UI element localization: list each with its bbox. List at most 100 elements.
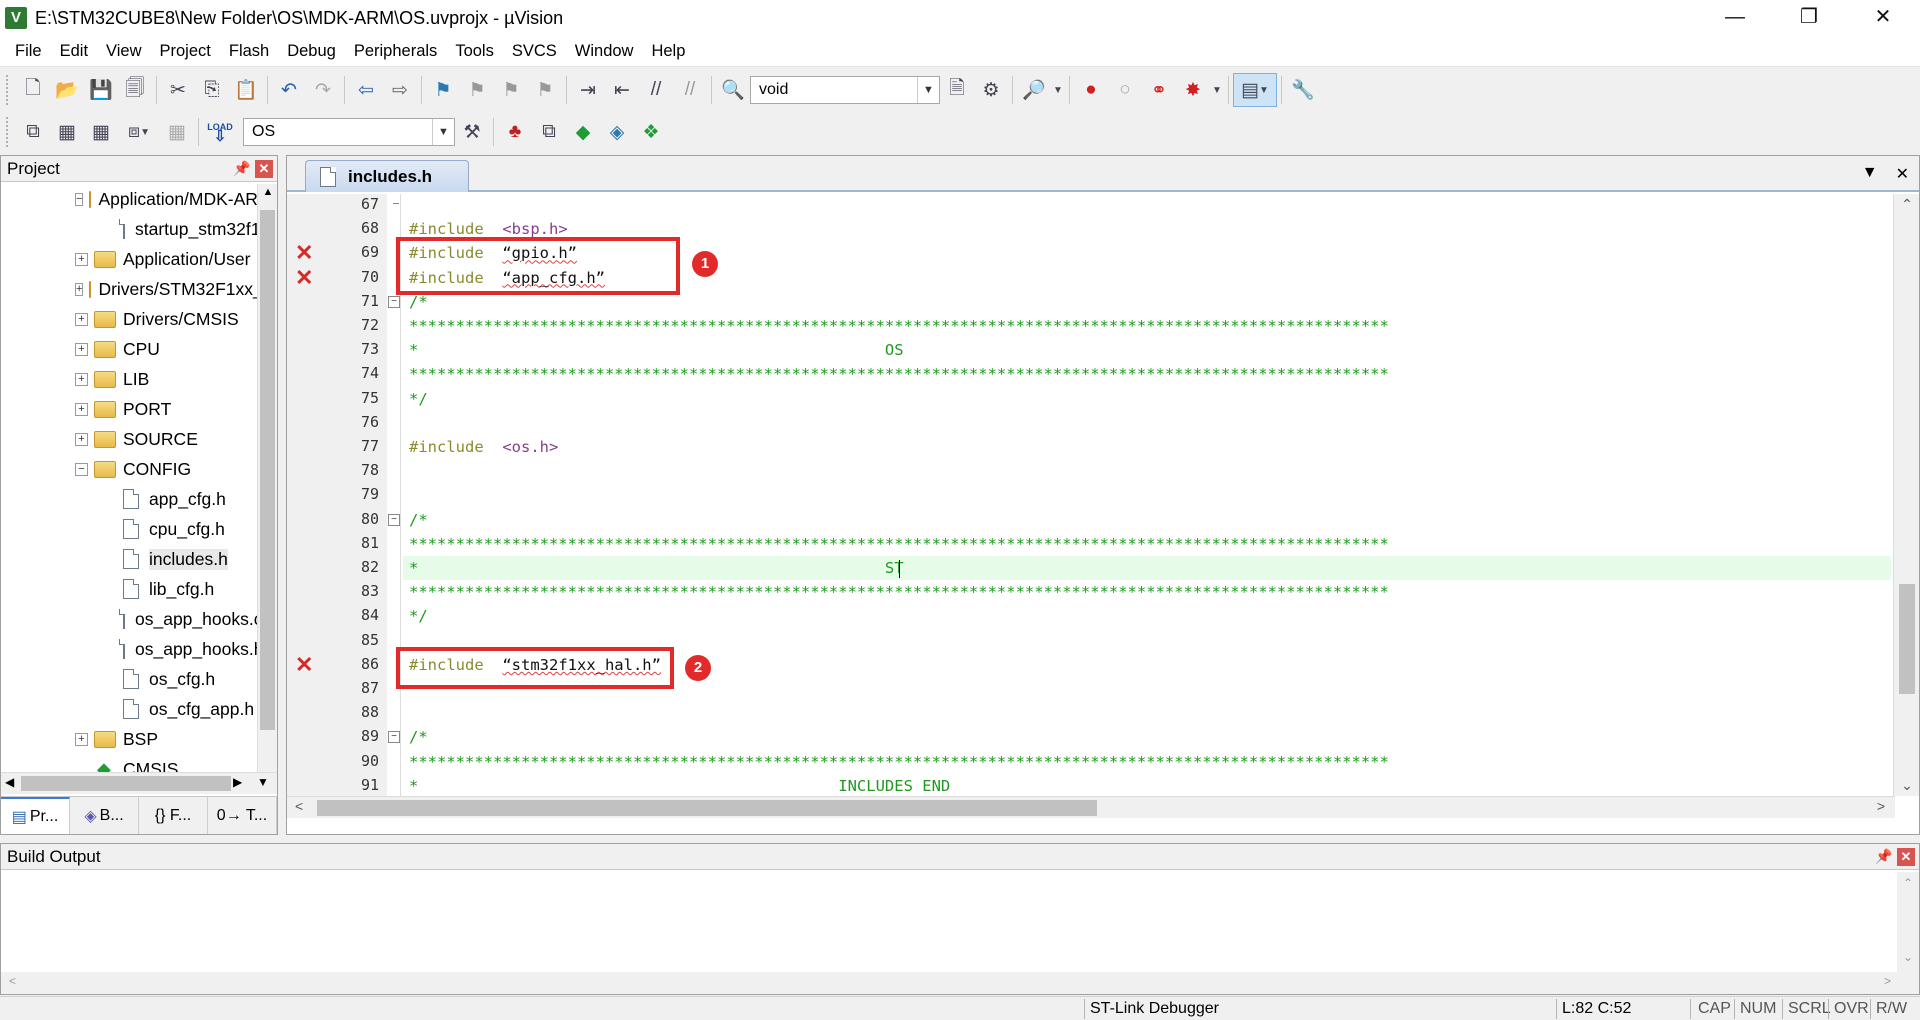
gutter-row[interactable]: 80 [287, 508, 387, 532]
close-editor-icon[interactable]: ✕ [1896, 164, 1909, 184]
tree-folder[interactable]: + SOURCE [1, 424, 257, 454]
tree-folder[interactable]: − Application/MDK-ARM [1, 184, 257, 214]
new-file-icon[interactable]: 🗋 [16, 73, 50, 107]
error-x-icon[interactable]: ✕ [295, 652, 313, 677]
code-line[interactable]: ****************************************… [403, 532, 1891, 556]
tree-file[interactable]: os_cfg_app.h [1, 694, 257, 724]
pin-icon[interactable]: 📌 [233, 160, 250, 178]
cut-icon[interactable]: ✂ [161, 73, 195, 107]
code-line[interactable]: ****************************************… [403, 750, 1891, 774]
tree-vertical-scrollbar[interactable]: ▲ [257, 184, 277, 772]
code-line[interactable] [403, 194, 1891, 217]
batch-build-icon[interactable]: ⧈ ▼ [118, 115, 160, 149]
gutter-row[interactable]: 90 [287, 750, 387, 774]
close-window-button[interactable]: ✕ [1846, 0, 1920, 36]
gutter-row[interactable]: 85 [287, 629, 387, 653]
code-line[interactable]: * ST [403, 556, 1891, 580]
editor-tab-includes-h[interactable]: includes.h [305, 160, 469, 192]
editor-vertical-scrollbar[interactable]: ⌃ ⌄ [1893, 194, 1919, 796]
error-x-icon[interactable]: ✕ [295, 241, 313, 265]
tree-file[interactable]: lib_cfg.h [1, 574, 257, 604]
gutter-row[interactable]: ✕ 69 [287, 241, 387, 265]
build-output-vertical-scrollbar[interactable]: ⌃ ⌄ [1897, 872, 1919, 994]
code-line[interactable]: * INCLUDES END [403, 774, 1891, 796]
menu-peripherals[interactable]: Peripherals [345, 42, 446, 61]
menu-help[interactable]: Help [642, 42, 694, 61]
expand-icon[interactable]: + [75, 432, 88, 446]
gutter-row[interactable]: 83 [287, 580, 387, 604]
build-output-horizontal-scrollbar[interactable]: < > [1, 972, 1899, 994]
close-icon[interactable]: ✕ [255, 159, 273, 178]
gutter-row[interactable]: 68 [287, 217, 387, 241]
toolbar-grip[interactable] [6, 75, 12, 105]
close-icon[interactable]: ✕ [1897, 847, 1915, 866]
undo-icon[interactable]: ↶ [272, 73, 306, 107]
target-select[interactable]: OS ▼ [243, 118, 455, 146]
gutter-row[interactable]: 75 [287, 387, 387, 411]
collapse-icon[interactable]: − [388, 295, 400, 308]
tree-folder[interactable]: + Drivers/STM32F1xx_HAL_Driver [1, 274, 257, 304]
download-load-icon[interactable]: LOAD ⇩ [203, 115, 237, 149]
translate-icon[interactable]: ⧉ [16, 115, 50, 149]
breakpoint-kill-all-icon[interactable]: ✸ [1176, 73, 1210, 107]
menu-window[interactable]: Window [566, 42, 643, 61]
target-options-icon[interactable]: ⚒ [455, 115, 489, 149]
gutter-row[interactable]: 73 [287, 338, 387, 362]
pin-icon[interactable]: 📌 [1875, 848, 1892, 866]
menu-view[interactable]: View [97, 42, 150, 61]
tree-file[interactable]: cpu_cfg.h [1, 514, 257, 544]
gutter-row[interactable]: 71 [287, 290, 387, 314]
gutter-row[interactable]: 72 [287, 314, 387, 338]
chevron-down-icon[interactable]: ▼ [1051, 73, 1065, 107]
configure-wrench-icon[interactable]: 🔧 [1286, 73, 1320, 107]
debug-session-icon[interactable]: 🔎 [1017, 73, 1051, 107]
code-line[interactable] [403, 459, 1891, 483]
gutter-row[interactable]: 78 [287, 459, 387, 483]
tree-folder[interactable]: + CPU [1, 334, 257, 364]
tree-file[interactable]: ◆ CMSIS [1, 754, 257, 773]
manage-rte-icon[interactable]: ◆ [566, 115, 600, 149]
menu-svcs[interactable]: SVCS [503, 42, 566, 61]
nav-back-icon[interactable]: ⇦ [349, 73, 383, 107]
bookmark-toggle-icon[interactable]: ⚑ [426, 73, 460, 107]
collapse-icon[interactable]: − [75, 462, 88, 476]
breakpoint-disable-all-icon[interactable]: ⚭ [1142, 73, 1176, 107]
gutter-row[interactable]: 67 [287, 194, 387, 217]
breakpoint-insert-icon[interactable]: ● [1074, 73, 1108, 107]
menu-edit[interactable]: Edit [51, 42, 97, 61]
tree-file[interactable]: startup_stm32f103xb.s [1, 214, 257, 244]
gutter-row[interactable]: 88 [287, 701, 387, 725]
indent-icon[interactable]: ⇥ [571, 73, 605, 107]
collapse-icon[interactable]: − [388, 731, 400, 744]
gutter-row[interactable]: 77 [287, 435, 387, 459]
gutter-row[interactable]: 89 [287, 725, 387, 749]
comment-icon[interactable]: // [639, 73, 673, 107]
editor-horizontal-scrollbar[interactable]: < > [287, 796, 1895, 818]
incremental-find-icon[interactable]: 🗎 [940, 73, 974, 107]
scroll-down-icon[interactable]: ▼ [257, 775, 269, 789]
code-line[interactable]: ****************************************… [403, 314, 1891, 338]
rebuild-icon[interactable]: ▦ [84, 115, 118, 149]
manage-project-items-icon[interactable]: ♣ [498, 115, 532, 149]
stop-build-icon[interactable]: ▦ [160, 115, 194, 149]
tab-list-dropdown-icon[interactable]: ▼ [1862, 164, 1878, 184]
scroll-right-icon[interactable]: ▶ [233, 775, 242, 789]
scroll-thumb[interactable] [317, 800, 1097, 816]
window-layout-icon[interactable]: ▤ ▼ [1233, 73, 1277, 107]
code-line[interactable]: * OS [403, 338, 1891, 362]
find-references-icon[interactable]: ⚙ [974, 73, 1008, 107]
collapse-icon[interactable]: − [388, 513, 400, 526]
fold-marker[interactable]: − [387, 508, 401, 532]
gutter-row[interactable]: ✕ 70 [287, 265, 387, 290]
gutter-row[interactable]: 87 [287, 677, 387, 701]
tree-horizontal-scrollbar[interactable]: ◀ ▶ ▼ [1, 772, 277, 794]
scroll-down-icon[interactable]: ⌄ [1894, 777, 1920, 794]
menu-flash[interactable]: Flash [220, 42, 278, 61]
fold-marker[interactable]: − [387, 725, 401, 749]
tree-file[interactable]: app_cfg.h [1, 484, 257, 514]
tab-project[interactable]: ▤ Pr... [1, 797, 70, 834]
build-icon[interactable]: ▦ [50, 115, 84, 149]
gutter-row[interactable]: 76 [287, 411, 387, 435]
select-packs-icon[interactable]: ⧉ [532, 115, 566, 149]
scroll-thumb[interactable] [260, 210, 275, 730]
